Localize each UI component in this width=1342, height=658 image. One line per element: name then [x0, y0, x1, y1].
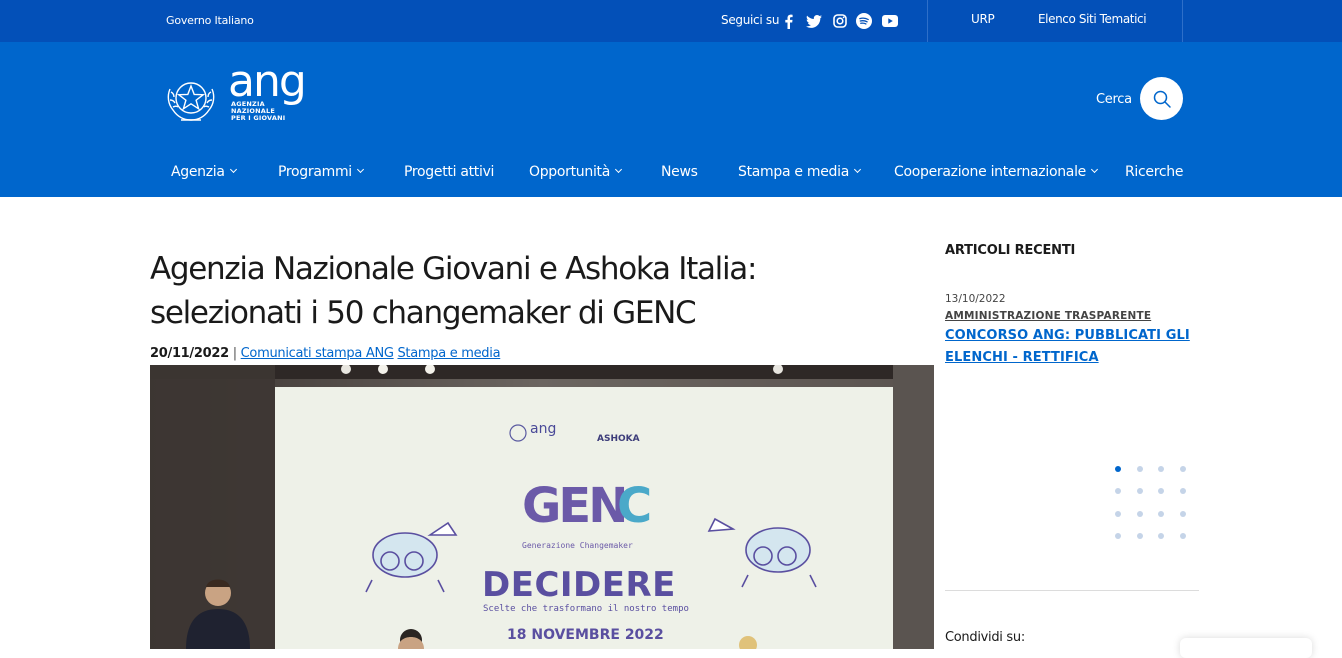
topbar-divider	[927, 0, 928, 42]
hero-decidere-subtitle: Scelte che trasformano il nostro tempo	[483, 604, 689, 614]
topbar-divider	[1182, 0, 1183, 42]
floating-share-widget[interactable]	[1180, 638, 1312, 658]
nav-item-cooperazione[interactable]: Cooperazione internazionale	[894, 164, 1099, 180]
carousel-dot[interactable]	[1158, 511, 1164, 517]
svg-text:ang: ang	[530, 421, 556, 437]
ang-logo[interactable]: ang AGENZIA NAZIONALE PER I GIOVANI	[228, 60, 320, 126]
recent-article-link[interactable]: CONCORSO ANG: PUBBLICATI GLI ELENCHI - R…	[945, 325, 1195, 369]
nav-item-stampa-e-media[interactable]: Stampa e media	[738, 164, 862, 180]
search-button[interactable]	[1140, 77, 1183, 120]
hero-event-date: 18 NOVEMBRE 2022	[507, 627, 664, 643]
carousel-dot[interactable]	[1180, 533, 1186, 539]
chevron-down-icon	[356, 165, 364, 174]
chevron-down-icon	[229, 165, 237, 174]
category-link-stampa[interactable]: Stampa e media	[397, 346, 500, 361]
nav-item-opportunita[interactable]: Opportunità	[529, 164, 623, 180]
share-label: Condividi su:	[945, 630, 1025, 645]
carousel-dot[interactable]	[1137, 511, 1143, 517]
thematic-sites-link[interactable]: Elenco Siti Tematici	[1038, 12, 1147, 26]
facebook-icon[interactable]	[781, 12, 795, 30]
meta-separator: |	[232, 346, 237, 361]
carousel-dot[interactable]	[1180, 511, 1186, 517]
carousel-dot[interactable]	[1180, 488, 1186, 494]
article-hero-image: ang ASHOKA GEN C Generazione Changemaker…	[150, 365, 934, 649]
article-title: Agenzia Nazionale Giovani e Ashoka Itali…	[150, 251, 757, 331]
logo-wordmark: ang	[228, 56, 307, 107]
carousel-dot[interactable]	[1115, 511, 1121, 517]
carousel-dot[interactable]	[1115, 533, 1121, 539]
carousel-dot[interactable]	[1180, 466, 1186, 472]
main-header: ang AGENZIA NAZIONALE PER I GIOVANI Cerc…	[0, 42, 1342, 197]
nav-item-news[interactable]: News	[661, 164, 698, 180]
recent-article-date: 13/10/2022	[945, 293, 1006, 305]
nav-item-programmi[interactable]: Programmi	[278, 164, 364, 180]
sidebar-divider	[945, 590, 1199, 591]
hero-genc-c: C	[617, 478, 652, 534]
hero-ashoka-text: ASHOKA	[597, 434, 640, 444]
top-bar: Governo Italiano Seguici su URP Elenco S…	[0, 0, 1342, 42]
chevron-down-icon	[614, 165, 623, 174]
search-label: Cerca	[1096, 92, 1132, 107]
hero-genc-subtitle: Generazione Changemaker	[522, 541, 633, 550]
nav-item-ricerche[interactable]: Ricerche	[1125, 164, 1183, 180]
spotify-icon[interactable]	[855, 12, 873, 30]
chevron-down-icon	[853, 165, 862, 174]
republic-emblem-logo[interactable]	[166, 70, 216, 128]
carousel-dot[interactable]	[1158, 488, 1164, 494]
hero-decidere-title: DECIDERE	[482, 565, 676, 605]
article-meta: 20/11/2022 | Comunicati stampa ANG Stamp…	[150, 346, 501, 361]
search-icon	[1153, 90, 1171, 108]
logo-subtitle: AGENZIA NAZIONALE PER I GIOVANI	[231, 100, 286, 122]
hero-genc-title: GEN	[522, 478, 625, 534]
youtube-icon[interactable]	[881, 12, 899, 30]
carousel-dot[interactable]	[1115, 466, 1121, 472]
carousel-dot[interactable]	[1137, 533, 1143, 539]
nav-item-progetti-attivi[interactable]: Progetti attivi	[404, 164, 494, 180]
governo-italiano-link[interactable]: Governo Italiano	[166, 14, 254, 27]
twitter-icon[interactable]	[805, 12, 823, 30]
article-date: 20/11/2022	[150, 346, 229, 361]
urp-link[interactable]: URP	[971, 12, 995, 26]
carousel-dot[interactable]	[1137, 488, 1143, 494]
main-navigation: Agenzia Programmi Progetti attivi Opport…	[0, 164, 1342, 184]
recent-article-category[interactable]: AMMINISTRAZIONE TRASPARENTE	[945, 310, 1151, 322]
carousel-dot[interactable]	[1158, 533, 1164, 539]
follow-us-label: Seguici su	[721, 13, 780, 27]
nav-item-agenzia[interactable]: Agenzia	[171, 164, 237, 180]
carousel-dot[interactable]	[1115, 488, 1121, 494]
instagram-icon[interactable]	[831, 12, 849, 30]
chevron-down-icon	[1090, 165, 1099, 174]
carousel-dot[interactable]	[1137, 466, 1143, 472]
recent-articles-heading: ARTICOLI RECENTI	[945, 243, 1076, 258]
category-link-comunicati[interactable]: Comunicati stampa ANG	[241, 346, 394, 361]
carousel-dot[interactable]	[1158, 466, 1164, 472]
